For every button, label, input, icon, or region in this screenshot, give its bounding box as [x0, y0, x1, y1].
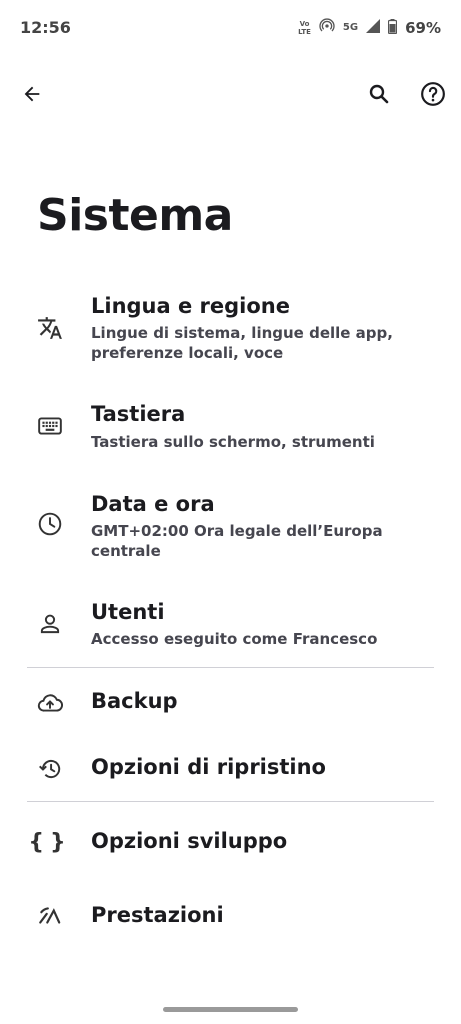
setting-item-users[interactable]: Utenti Accesso eseguito come Francesco	[0, 598, 461, 660]
setting-item-title: Data e ora	[91, 492, 215, 516]
status-time: 12:56	[20, 18, 71, 37]
setting-item-title: Opzioni di ripristino	[91, 755, 326, 779]
search-icon	[369, 84, 389, 104]
back-button[interactable]	[12, 74, 52, 114]
setting-item-title: Utenti	[91, 600, 165, 624]
setting-item-date-time[interactable]: Data e ora GMT+02:00 Ora legale dell’Eur…	[0, 490, 461, 570]
setting-item-title: Backup	[91, 689, 178, 713]
setting-item-title: Tastiera	[91, 402, 186, 426]
home-indicator[interactable]	[163, 1007, 298, 1012]
volte-label: Vo	[299, 20, 310, 28]
settings-screen: 12:56 Vo LTE 5G 69% Sistema Lingua e reg…	[0, 0, 461, 1024]
cloud-upload-icon	[36, 689, 64, 717]
lte-label: LTE	[298, 28, 311, 36]
arrow-back-icon	[24, 86, 40, 102]
divider	[27, 801, 434, 802]
setting-item-subtitle: Tastiera sullo schermo, strumenti	[91, 433, 375, 451]
keyboard-icon	[36, 412, 64, 440]
setting-item-subtitle: Lingue di sistema, lingue delle app, pre…	[91, 324, 393, 362]
setting-item-language[interactable]: Lingua e regione Lingue di sistema, ling…	[0, 290, 461, 380]
status-icons: Vo LTE 5G 69%	[298, 18, 441, 38]
divider	[27, 667, 434, 668]
setting-item-title: Prestazioni	[91, 903, 224, 927]
setting-item-keyboard[interactable]: Tastiera Tastiera sullo schermo, strumen…	[0, 400, 461, 462]
hotspot-icon	[319, 18, 335, 38]
battery-percent: 69%	[405, 19, 441, 37]
setting-item-reset[interactable]: Opzioni di ripristino	[0, 747, 461, 793]
translate-icon	[36, 314, 64, 342]
performance-icon	[36, 902, 64, 930]
help-icon	[421, 82, 445, 106]
toolbar	[0, 70, 461, 120]
volte-indicator: Vo LTE	[298, 20, 311, 36]
page-title: Sistema	[37, 190, 233, 241]
clock-icon	[36, 510, 64, 538]
setting-item-performance[interactable]: Prestazioni	[0, 894, 461, 940]
setting-item-title: Lingua e regione	[91, 294, 290, 318]
setting-item-subtitle: Accesso eseguito come Francesco	[91, 630, 378, 648]
setting-item-developer-options[interactable]: {} Opzioni sviluppo	[0, 820, 461, 866]
help-button[interactable]	[413, 74, 453, 114]
code-braces-icon: {}	[28, 829, 72, 855]
network-type: 5G	[342, 22, 359, 33]
signal-icon	[366, 19, 381, 37]
setting-item-title: Opzioni sviluppo	[91, 829, 288, 853]
restore-icon	[36, 755, 64, 783]
search-button[interactable]	[359, 74, 399, 114]
setting-item-subtitle: GMT+02:00 Ora legale dell’Europa central…	[91, 522, 383, 560]
person-icon	[36, 610, 64, 638]
setting-item-backup[interactable]: Backup	[0, 680, 461, 726]
battery-icon	[387, 18, 398, 38]
status-bar: 12:56 Vo LTE 5G 69%	[0, 0, 461, 58]
